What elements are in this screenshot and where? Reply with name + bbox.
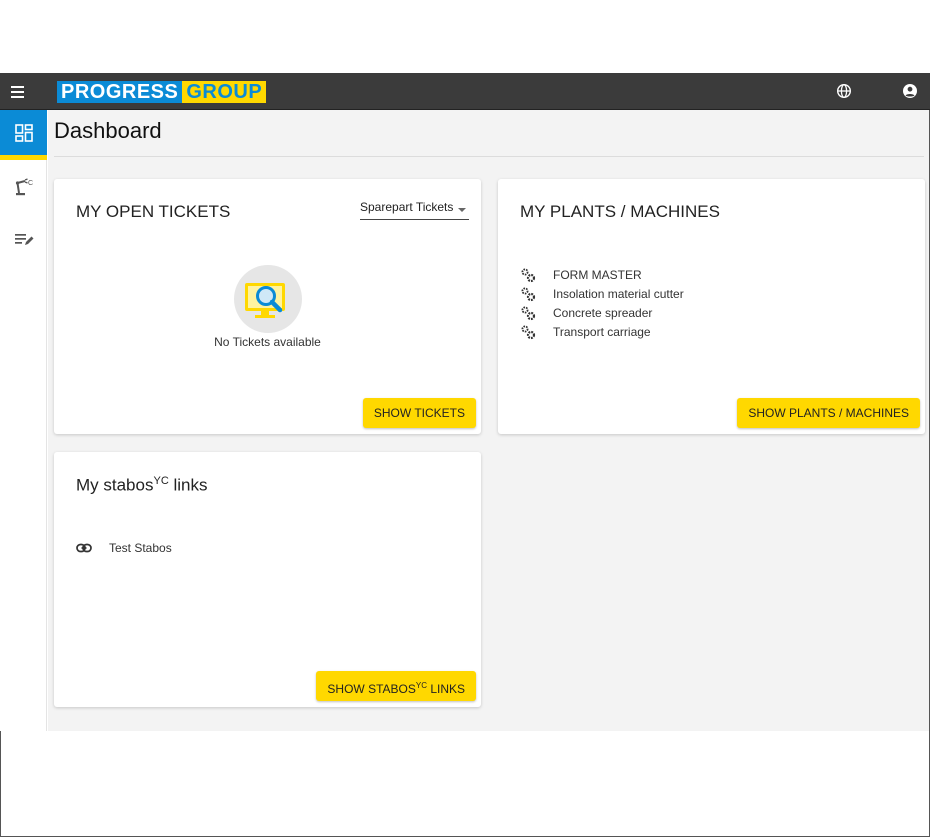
open-tickets-title: MY OPEN TICKETS xyxy=(76,202,231,221)
button-text-main: SHOW STABOS xyxy=(327,682,416,696)
stabos-title-main: My stabos xyxy=(76,475,154,495)
plant-list-item[interactable]: Concrete spreader xyxy=(520,303,684,322)
ticket-type-select-value: Sparepart Tickets xyxy=(360,200,454,214)
show-plants-button[interactable]: SHOW PLANTS / MACHINES xyxy=(737,398,920,428)
title-divider xyxy=(54,156,924,157)
page-title: Dashboard xyxy=(54,118,162,143)
empty-state: No Tickets available xyxy=(54,265,481,349)
link-icon xyxy=(76,543,109,553)
svg-text:C: C xyxy=(28,180,33,187)
plants-machines-card: MY PLANTS / MACHINES FORM MASTER Insolat… xyxy=(498,179,925,434)
nav-item-dashboard[interactable] xyxy=(0,110,47,160)
gears-icon xyxy=(520,286,553,302)
open-tickets-card: MY OPEN TICKETS Sparepart Tickets No Tic… xyxy=(54,179,481,434)
ticket-type-select[interactable]: Sparepart Tickets xyxy=(360,200,470,220)
show-tickets-button[interactable]: SHOW TICKETS xyxy=(362,398,476,428)
stabos-title-sup: YC xyxy=(153,475,169,487)
hamburger-icon[interactable] xyxy=(9,82,29,102)
show-stabos-links-button[interactable]: SHOW STABOSYC LINKS xyxy=(316,671,476,701)
side-navigation: C xyxy=(0,110,47,731)
stabos-title-end: links xyxy=(168,475,208,495)
plant-list-item[interactable]: Insolation material cutter xyxy=(520,284,684,303)
search-monitor-icon xyxy=(244,283,285,318)
plant-name: Transport carriage xyxy=(553,324,651,339)
empty-state-text: No Tickets available xyxy=(214,335,321,349)
nav-item-machines[interactable]: C xyxy=(0,162,47,212)
empty-state-illustration xyxy=(233,265,302,333)
plant-list-item[interactable]: FORM MASTER xyxy=(520,265,684,284)
plant-name: Insolation material cutter xyxy=(553,286,684,301)
plant-name: FORM MASTER xyxy=(553,267,642,282)
logo-text-group: GROUP xyxy=(182,81,267,103)
stabos-links-card: My stabosYC links Test Stabos SHOW STABO… xyxy=(54,452,481,707)
dropdown-arrow-icon xyxy=(458,208,467,212)
globe-icon[interactable] xyxy=(836,83,852,99)
plants-machines-title: MY PLANTS / MACHINES xyxy=(520,202,720,221)
stabos-link-label: Test Stabos xyxy=(109,541,172,555)
logo-text-progress: PROGRESS xyxy=(57,81,183,103)
dashboard-icon xyxy=(14,123,33,142)
stabos-link-item[interactable]: Test Stabos xyxy=(76,541,172,555)
gears-icon xyxy=(520,305,553,321)
robot-arm-icon: C xyxy=(15,178,33,196)
edit-list-icon xyxy=(14,234,33,245)
gears-icon xyxy=(520,267,553,283)
plants-list: FORM MASTER Insolation material cutter C… xyxy=(520,265,684,341)
plant-list-item[interactable]: Transport carriage xyxy=(520,322,684,341)
main-content: Dashboard MY OPEN TICKETS Sparepart Tick… xyxy=(48,110,929,731)
user-circle-icon[interactable] xyxy=(902,83,918,99)
stabos-links-title: My stabosYC links xyxy=(76,475,208,496)
plant-name: Concrete spreader xyxy=(553,305,653,320)
top-app-bar: PROGRESS GROUP xyxy=(0,73,930,110)
button-text-sup: YC xyxy=(415,681,427,690)
button-text-end: LINKS xyxy=(426,682,465,696)
nav-item-notes[interactable] xyxy=(0,214,47,264)
gears-icon xyxy=(520,324,553,340)
progress-group-logo[interactable]: PROGRESS GROUP xyxy=(57,81,267,103)
